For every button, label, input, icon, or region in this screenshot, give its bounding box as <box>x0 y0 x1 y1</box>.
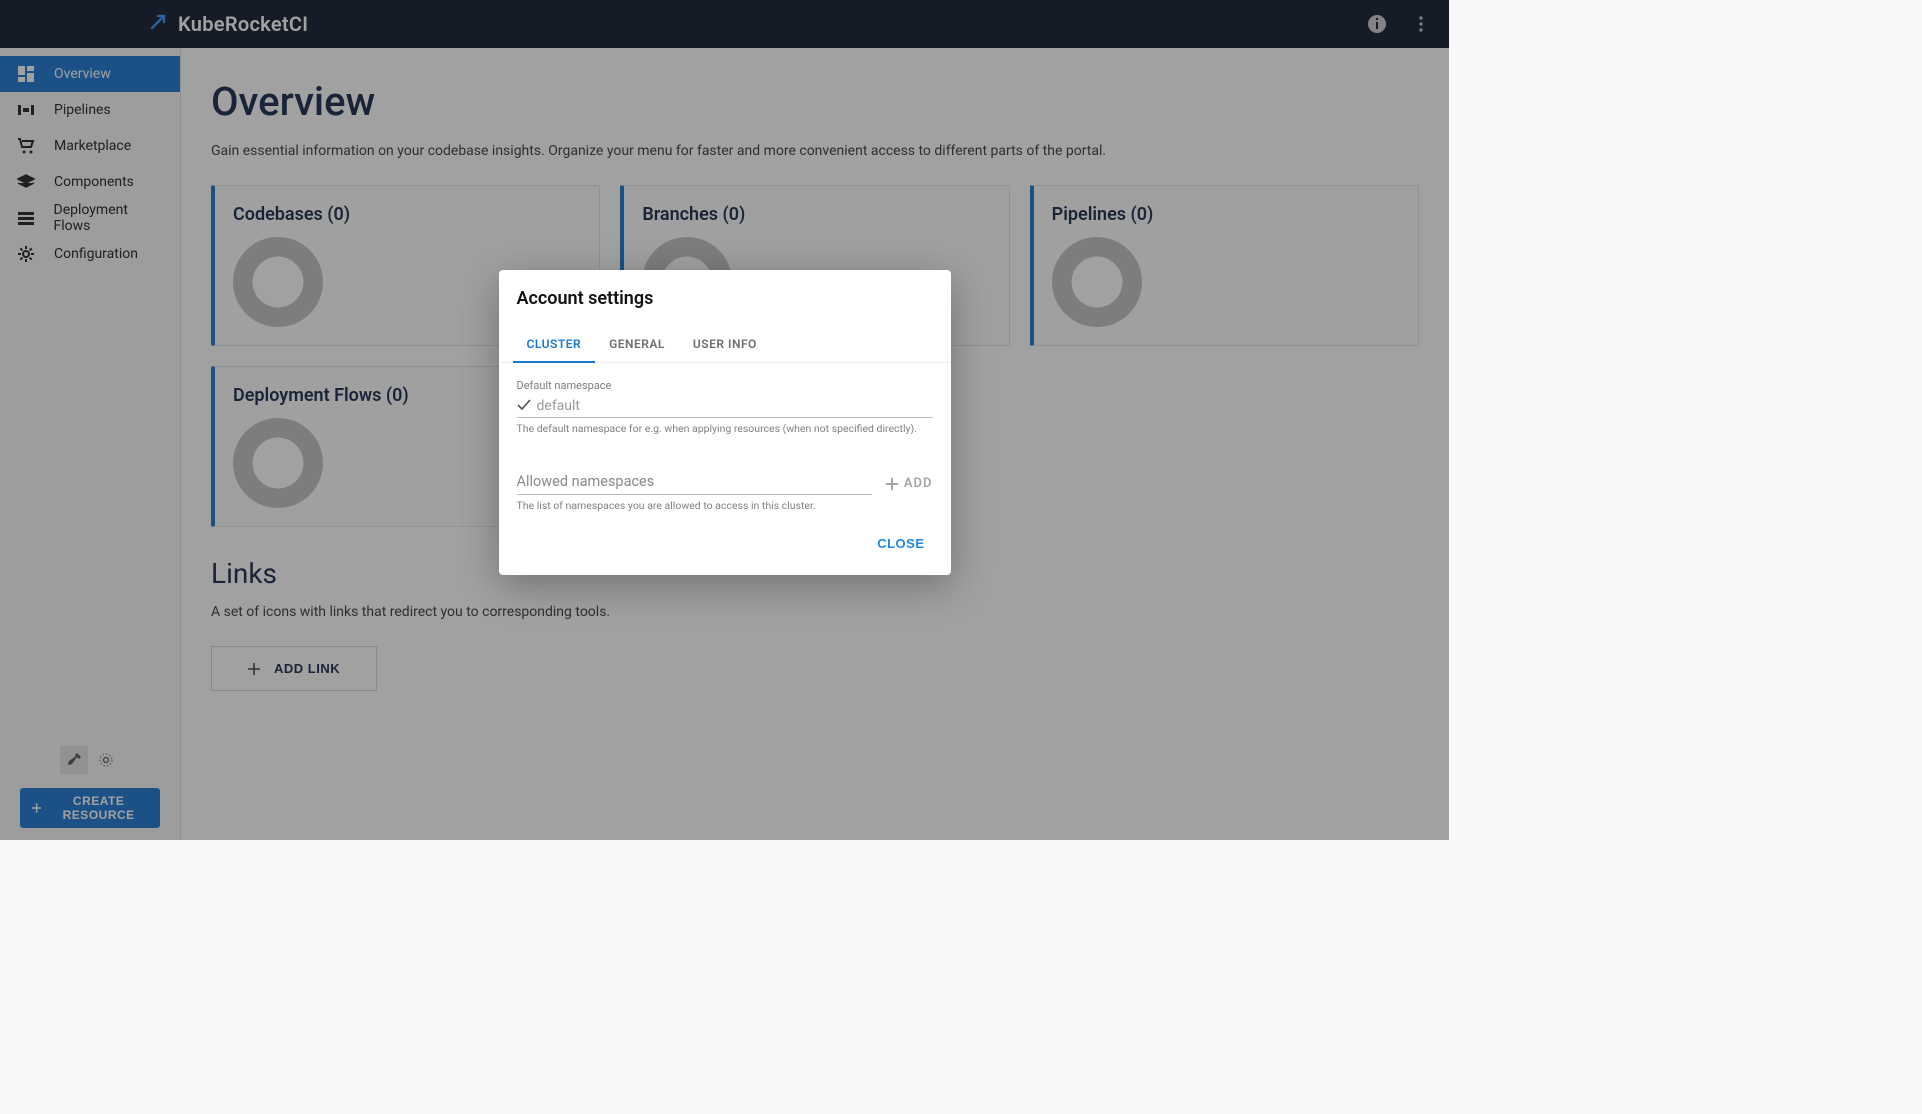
default-namespace-helper: The default namespace for e.g. when appl… <box>517 422 933 435</box>
default-namespace-placeholder: default <box>537 398 933 414</box>
close-button[interactable]: CLOSE <box>867 530 934 557</box>
modal-tabs: CLUSTER GENERAL USER INFO <box>499 327 951 363</box>
modal-overlay[interactable]: Account settings CLUSTER GENERAL USER IN… <box>0 0 1449 840</box>
check-icon <box>517 396 531 415</box>
tab-user-info[interactable]: USER INFO <box>679 327 771 362</box>
add-namespace-button[interactable]: ADD <box>886 476 933 495</box>
allowed-namespaces-helper: The list of namespaces you are allowed t… <box>517 499 933 512</box>
tab-general[interactable]: GENERAL <box>595 327 679 362</box>
default-namespace-label: Default namespace <box>517 379 933 392</box>
allowed-namespaces-input[interactable]: Allowed namespaces <box>517 471 872 495</box>
account-settings-modal: Account settings CLUSTER GENERAL USER IN… <box>499 270 951 575</box>
default-namespace-input[interactable]: default <box>517 396 933 418</box>
tab-cluster[interactable]: CLUSTER <box>513 327 596 363</box>
allowed-namespaces-label: Allowed namespaces <box>517 473 655 490</box>
modal-title: Account settings <box>499 270 951 309</box>
plus-icon <box>886 478 898 490</box>
add-namespace-label: ADD <box>904 476 933 491</box>
